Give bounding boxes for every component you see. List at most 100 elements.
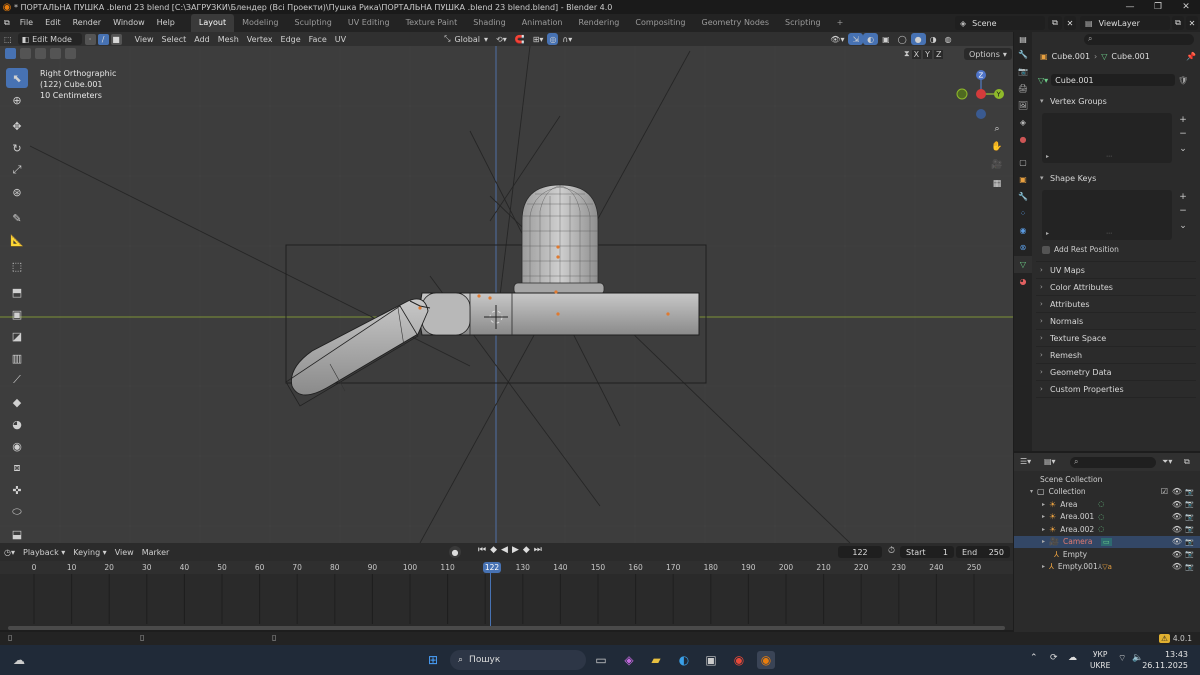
snap-icon[interactable]: 🧲 — [511, 33, 529, 45]
tab-sculpting[interactable]: Sculpting — [286, 14, 339, 32]
texture-space-panel-header[interactable]: › Texture Space — [1040, 331, 1190, 345]
properties-search-input[interactable]: ⌕ — [1084, 34, 1194, 45]
next-keyframe-icon[interactable]: ◆ — [523, 545, 530, 555]
tray-chevron-icon[interactable]: ⌃ — [1030, 653, 1038, 663]
editor-type-icon[interactable]: ⬚ — [0, 33, 16, 45]
pan-hand-icon[interactable]: ✋ — [989, 139, 1005, 155]
camera-render-icon[interactable]: 📷 — [1185, 563, 1194, 571]
camera-view-icon[interactable]: 🎥 — [989, 157, 1005, 173]
list-resize-grip-icon[interactable]: ⋯ — [1106, 230, 1112, 237]
blender-taskbar-icon[interactable]: ◉ — [757, 651, 775, 669]
jump-start-icon[interactable]: ⏮ — [478, 545, 486, 555]
xray-toggle-icon[interactable]: ▣ — [878, 33, 894, 45]
list-expand-icon[interactable]: ▸ — [1046, 153, 1049, 160]
vertex-groups-panel-header[interactable]: ▾ Vertex Groups — [1040, 94, 1190, 108]
move-tool-icon[interactable]: ✥ — [6, 116, 28, 136]
menu-keying[interactable]: Keying ▾ — [69, 546, 110, 558]
mesh-data-browse-icon[interactable]: ▽▾ — [1038, 76, 1048, 85]
properties-editor-icon[interactable]: ▤ — [1014, 32, 1032, 46]
prev-keyframe-icon[interactable]: ◆ — [490, 545, 497, 555]
annotate-tool-icon[interactable]: ✎ — [6, 208, 28, 228]
mirror-z-toggle[interactable]: Z — [934, 49, 944, 59]
delete-view-layer-icon[interactable]: ✕ — [1186, 16, 1198, 30]
knife-tool-icon[interactable]: ⟋ — [6, 370, 28, 390]
eye-icon[interactable]: 👁 — [1172, 512, 1182, 521]
display-mode-icon[interactable]: ▤▾ — [1044, 457, 1056, 466]
copilot-icon[interactable]: ◈ — [620, 651, 638, 669]
shape-key-menu-button[interactable]: ⌄ — [1176, 220, 1190, 232]
modifier-tab-icon[interactable]: 🔧 — [1014, 188, 1032, 205]
scene-tab-icon[interactable]: ◈ — [1014, 114, 1032, 131]
file-explorer-icon[interactable]: ▰ — [647, 651, 665, 669]
outliner-editor-icon[interactable]: ☰▾ — [1020, 457, 1031, 466]
color-attributes-panel-header[interactable]: › Color Attributes — [1040, 280, 1190, 294]
start-frame-field[interactable]: Start 1 — [900, 546, 954, 558]
view-layer-selector[interactable]: ▤ ViewLayer — [1080, 16, 1170, 30]
zoom-icon[interactable]: ⌕ — [989, 121, 1005, 137]
shading-material-icon[interactable]: ◑ — [926, 33, 941, 45]
outliner-item-camera[interactable]: ▸ 🎥 Camera ▭ 👁 📷 — [1014, 535, 1200, 548]
shear-tool-icon[interactable]: ⬭ — [6, 502, 28, 522]
rotate-tool-icon[interactable]: ↻ — [6, 138, 28, 158]
face-select-icon[interactable]: ■ — [110, 33, 122, 45]
rip-region-tool-icon[interactable]: ⬓ — [6, 524, 28, 544]
tab-scripting[interactable]: Scripting — [777, 14, 829, 32]
shading-solid-icon[interactable]: ● — [910, 33, 926, 45]
filter-icon[interactable]: ⏷▾ — [1162, 457, 1172, 467]
task-view-icon[interactable]: ▭ — [592, 651, 610, 669]
scrollbar-thumb[interactable] — [8, 626, 1005, 630]
menu-marker[interactable]: Marker — [138, 546, 174, 558]
snap-target-icon[interactable]: ⊞▾ — [529, 33, 548, 45]
world-tab-icon[interactable]: ● — [1014, 131, 1032, 148]
shading-rendered-icon[interactable]: ◍ — [941, 33, 956, 45]
outliner-item-area-002[interactable]: ▸ ☀ Area.002 ◌ 👁 📷 — [1014, 523, 1200, 536]
view-layer-tab-icon[interactable]: 🖼 — [1014, 97, 1032, 114]
tab-texture-paint[interactable]: Texture Paint — [398, 14, 466, 32]
current-frame-field[interactable]: 122 — [838, 546, 882, 558]
loop-cut-tool-icon[interactable]: ▥ — [6, 348, 28, 368]
outliner-search-input[interactable]: ⌕ — [1070, 457, 1156, 468]
tab-modeling[interactable]: Modeling — [234, 14, 286, 32]
normals-panel-header[interactable]: › Normals — [1040, 314, 1190, 328]
menu-select[interactable]: Select — [158, 33, 191, 45]
remove-shape-key-button[interactable]: − — [1176, 205, 1190, 217]
outliner-scene-collection[interactable]: Scene Collection — [1014, 473, 1200, 486]
object-tab-icon[interactable]: ▣ — [1014, 171, 1032, 188]
timeline-ruler[interactable]: 0102030405060708090100110113014015016017… — [0, 561, 1013, 574]
jump-end-icon[interactable]: ⏭ — [534, 545, 542, 555]
add-vertex-group-button[interactable]: + — [1176, 114, 1190, 126]
render-tab-icon[interactable]: 📷 — [1014, 63, 1032, 80]
outliner-item-empty[interactable]: ⅄ Empty 👁 📷 — [1014, 548, 1200, 561]
mode-selector[interactable]: ◧ Edit Mode — [17, 33, 82, 45]
play-reverse-icon[interactable]: ◀ — [501, 545, 508, 555]
add-shape-key-button[interactable]: + — [1176, 191, 1190, 203]
overlays-toggle-icon[interactable]: ◐ — [863, 33, 879, 45]
material-tab-icon[interactable]: ◕ — [1014, 273, 1032, 290]
taskbar-search[interactable]: ⌕ Пошук — [450, 650, 586, 670]
constraints-tab-icon[interactable]: ⊗ — [1014, 239, 1032, 256]
eye-icon[interactable]: 👁 — [1172, 537, 1182, 546]
select-box-tool-icon[interactable]: ⬉ — [6, 68, 28, 88]
menu-view[interactable]: View — [131, 33, 158, 45]
menu-add[interactable]: Add — [190, 33, 214, 45]
outliner-item-empty-001[interactable]: ▸ ⅄ Empty.001 ⅄ ▽a 👁 📷 — [1014, 561, 1200, 574]
tab-animation[interactable]: Animation — [514, 14, 571, 32]
wifi-icon[interactable]: ⌔ — [1118, 653, 1126, 664]
camera-render-icon[interactable]: 📷 — [1185, 525, 1194, 533]
scale-tool-icon[interactable]: ⤢ — [6, 160, 28, 180]
menu-uv[interactable]: UV — [331, 33, 350, 45]
tool-tab-icon[interactable]: 🔧 — [1014, 46, 1032, 63]
vertex-select-icon[interactable]: · — [84, 33, 96, 45]
attributes-panel-header[interactable]: › Attributes — [1040, 297, 1190, 311]
widgets-icon[interactable]: ☁ — [10, 651, 28, 669]
camera-render-icon[interactable]: 📷 — [1185, 488, 1194, 496]
remesh-panel-header[interactable]: › Remesh — [1040, 348, 1190, 362]
tab-layout[interactable]: Layout — [190, 14, 235, 32]
eye-icon[interactable]: 👁 — [1172, 500, 1182, 509]
eye-icon[interactable]: 👁 — [1172, 550, 1182, 559]
visibility-icon[interactable]: 👁▾ — [826, 33, 848, 45]
edge-select-icon[interactable]: / — [97, 33, 109, 45]
camera-render-icon[interactable]: 📷 — [1185, 550, 1194, 558]
transform-orientation-selector[interactable]: ⤡ Global ▾ — [440, 33, 492, 45]
menu-help[interactable]: Help — [151, 14, 181, 32]
